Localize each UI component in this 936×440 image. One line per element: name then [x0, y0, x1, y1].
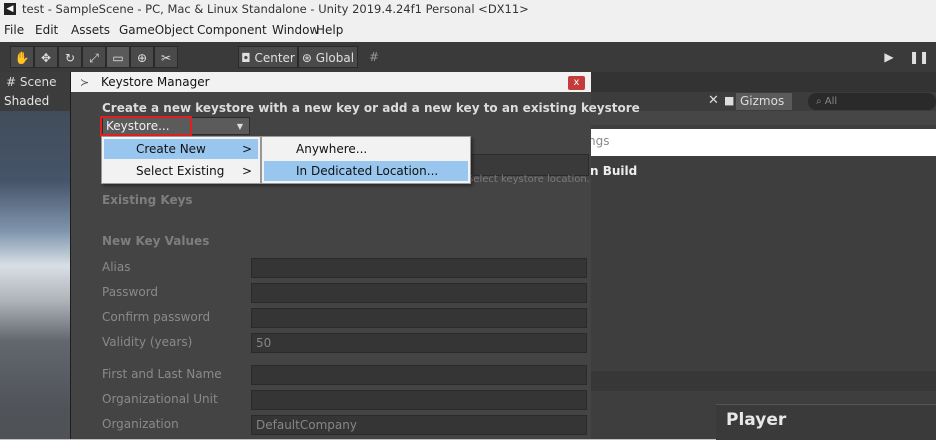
menu-item-label: Create New [136, 142, 206, 156]
background-strip-text: ngs [588, 134, 610, 148]
menu-item-label: In Dedicated Location... [296, 164, 439, 178]
menu-assets[interactable]: Assets [71, 23, 110, 37]
window-title: test - SampleScene - PC, Mac & Linux Sta… [22, 2, 529, 16]
menu-bar: File Edit Assets GameObject Component Wi… [0, 18, 936, 42]
scale-tool-icon[interactable]: ⤢ [82, 46, 106, 68]
camera-icon[interactable]: ■ [724, 94, 734, 107]
org-unit-label: Organizational Unit [102, 392, 218, 406]
menu-file[interactable]: File [4, 23, 24, 37]
alias-field[interactable] [251, 258, 587, 278]
pause-icon[interactable]: ❚❚ [904, 46, 934, 68]
keystore-manager-window: ≻ Keystore Manager x Create a new keysto… [70, 72, 640, 439]
search-input[interactable]: ⌕ All [808, 93, 936, 110]
window-titlebar: ◀ test - SampleScene - PC, Mac & Linux S… [0, 0, 936, 18]
move-tool-icon[interactable]: ✥ [34, 46, 58, 68]
confirm-password-field[interactable] [251, 308, 587, 328]
menu-gameobject[interactable]: GameObject [119, 23, 194, 37]
space-global-button[interactable]: ⊛ Global [298, 46, 358, 68]
player-title: Player [726, 410, 787, 430]
menu-component[interactable]: Component [197, 23, 267, 37]
menu-help[interactable]: Help [316, 23, 343, 37]
menu-edit[interactable]: Edit [35, 23, 58, 37]
globe-icon: ⊛ [301, 51, 312, 65]
grid-snap-icon[interactable]: # [362, 46, 386, 68]
password-label: Password [102, 285, 159, 299]
chevron-down-icon: ▼ [236, 122, 243, 131]
confirm-password-label: Confirm password [102, 310, 211, 324]
background-build-label: n Build [590, 164, 638, 178]
org-unit-field[interactable] [251, 390, 587, 410]
rotate-tool-icon[interactable]: ↻ [58, 46, 82, 68]
space-label: Global [315, 51, 355, 65]
close-button[interactable]: x [568, 76, 585, 90]
pivot-icon: ◘ [241, 51, 251, 65]
unity-logo-icon: ◀ [4, 3, 16, 15]
rect-tool-icon[interactable]: ▭ [106, 46, 130, 68]
new-key-values-label: New Key Values [102, 234, 210, 248]
name-label: First and Last Name [102, 367, 222, 381]
existing-keys-label: Existing Keys [102, 193, 193, 207]
hand-tool-icon[interactable]: ✋ [10, 46, 34, 68]
background-panel [588, 125, 936, 439]
validity-field[interactable]: 50 [251, 333, 587, 353]
shading-mode-dropdown[interactable]: Shaded [4, 94, 49, 108]
custom-tool-icon[interactable]: ✂ [154, 46, 178, 68]
gizmos-dropdown[interactable]: Gizmos [736, 93, 792, 110]
menu-item-dedicated-location[interactable]: In Dedicated Location... [264, 161, 468, 181]
pivot-label: Center [254, 51, 295, 65]
keystore-heading: Create a new keystore with a new key or … [102, 101, 640, 115]
menu-item-create-new[interactable]: Create New > [104, 139, 258, 159]
menu-item-select-existing[interactable]: Select Existing > [104, 161, 258, 181]
select-location-hint: Select keystore location. [467, 174, 590, 185]
search-placeholder: All [824, 96, 838, 107]
chevron-right-icon: > [241, 164, 252, 178]
validity-label: Validity (years) [102, 335, 193, 349]
organization-field[interactable]: DefaultCompany [251, 415, 587, 435]
background-tab-row [588, 371, 936, 391]
keystore-titlebar: ≻ Keystore Manager x [71, 72, 591, 92]
keystore-dropdown-menu: Create New > Select Existing > [101, 136, 261, 184]
play-icon[interactable]: ▶ [874, 46, 904, 68]
main-toolbar: ✋ ✥ ↻ ⤢ ▭ ⊕ ✂ ◘ Center ⊛ Global # ▶ ❚❚ [0, 42, 936, 72]
tools-icon[interactable]: ✕ [708, 93, 719, 108]
gizmos-label: Gizmos [740, 94, 785, 108]
create-new-submenu: Anywhere... In Dedicated Location... [261, 136, 471, 184]
scene-gizmo-bar: ✕ ■ Gizmos ⌕ All [588, 92, 936, 111]
menu-item-label: Anywhere... [296, 142, 368, 156]
search-icon: ⌕ [816, 96, 822, 107]
annotation-highlight-box [100, 116, 192, 136]
password-field[interactable] [251, 283, 587, 303]
menu-item-anywhere[interactable]: Anywhere... [264, 139, 468, 159]
menu-item-label: Select Existing [136, 164, 225, 178]
tab-scene-label: # Scene [6, 75, 57, 89]
menu-window[interactable]: Window [272, 23, 319, 37]
alias-label: Alias [102, 260, 131, 274]
background-strip [588, 129, 936, 156]
keystore-title: Keystore Manager [101, 75, 210, 89]
organization-label: Organization [102, 417, 179, 431]
window-icon: ≻ [80, 76, 90, 89]
name-field[interactable] [251, 365, 587, 385]
pivot-center-button[interactable]: ◘ Center [238, 46, 298, 68]
transform-tool-icon[interactable]: ⊕ [130, 46, 154, 68]
chevron-right-icon: > [241, 142, 252, 156]
